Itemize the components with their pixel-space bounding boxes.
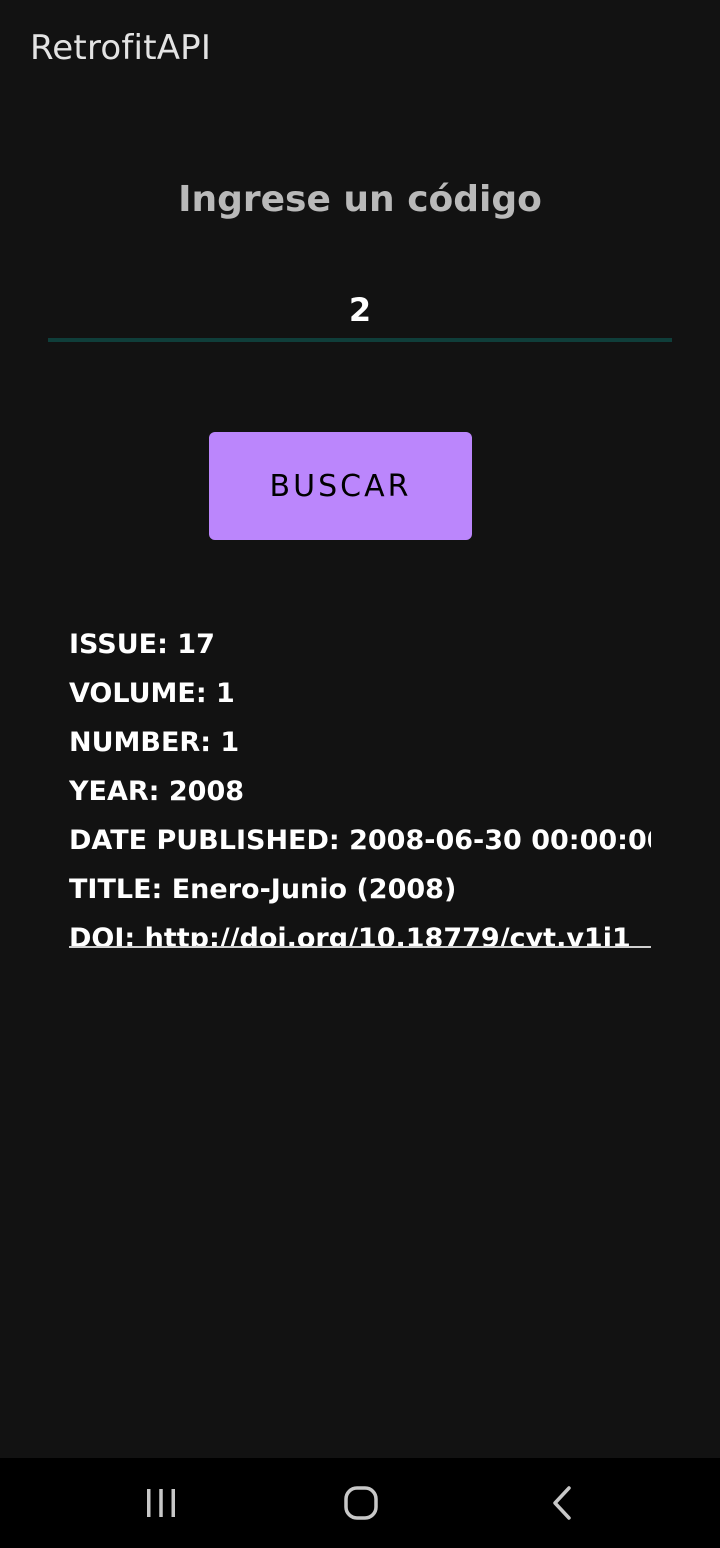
result-issue: ISSUE: 17 [69,629,215,660]
back-button[interactable] [503,1458,623,1548]
search-button[interactable]: BUSCAR [209,432,472,540]
result-year: YEAR: 2008 [69,776,245,807]
result-volume: VOLUME: 1 [69,678,235,709]
back-icon [553,1486,571,1520]
code-prompt-label: Ingrese un código [178,179,542,220]
app-title: RetrofitAPI [30,28,212,68]
result-doi: DOI: http://doi.org/10.18779/cyt.v1i1 [69,923,631,948]
result-number: NUMBER: 1 [69,727,240,758]
navigation-bar [0,1458,720,1548]
result-title: TITLE: Enero-Junio (2008) [69,874,457,905]
result-text: ISSUE: 17 VOLUME: 1 NUMBER: 1 YEAR: 2008… [69,620,651,948]
recents-icon [147,1489,175,1517]
recents-button[interactable] [101,1458,221,1548]
result-date-published: DATE PUBLISHED: 2008-06-30 00:00:00 [69,825,651,856]
code-input[interactable] [48,282,672,342]
home-icon [344,1486,378,1520]
home-button[interactable] [301,1458,421,1548]
